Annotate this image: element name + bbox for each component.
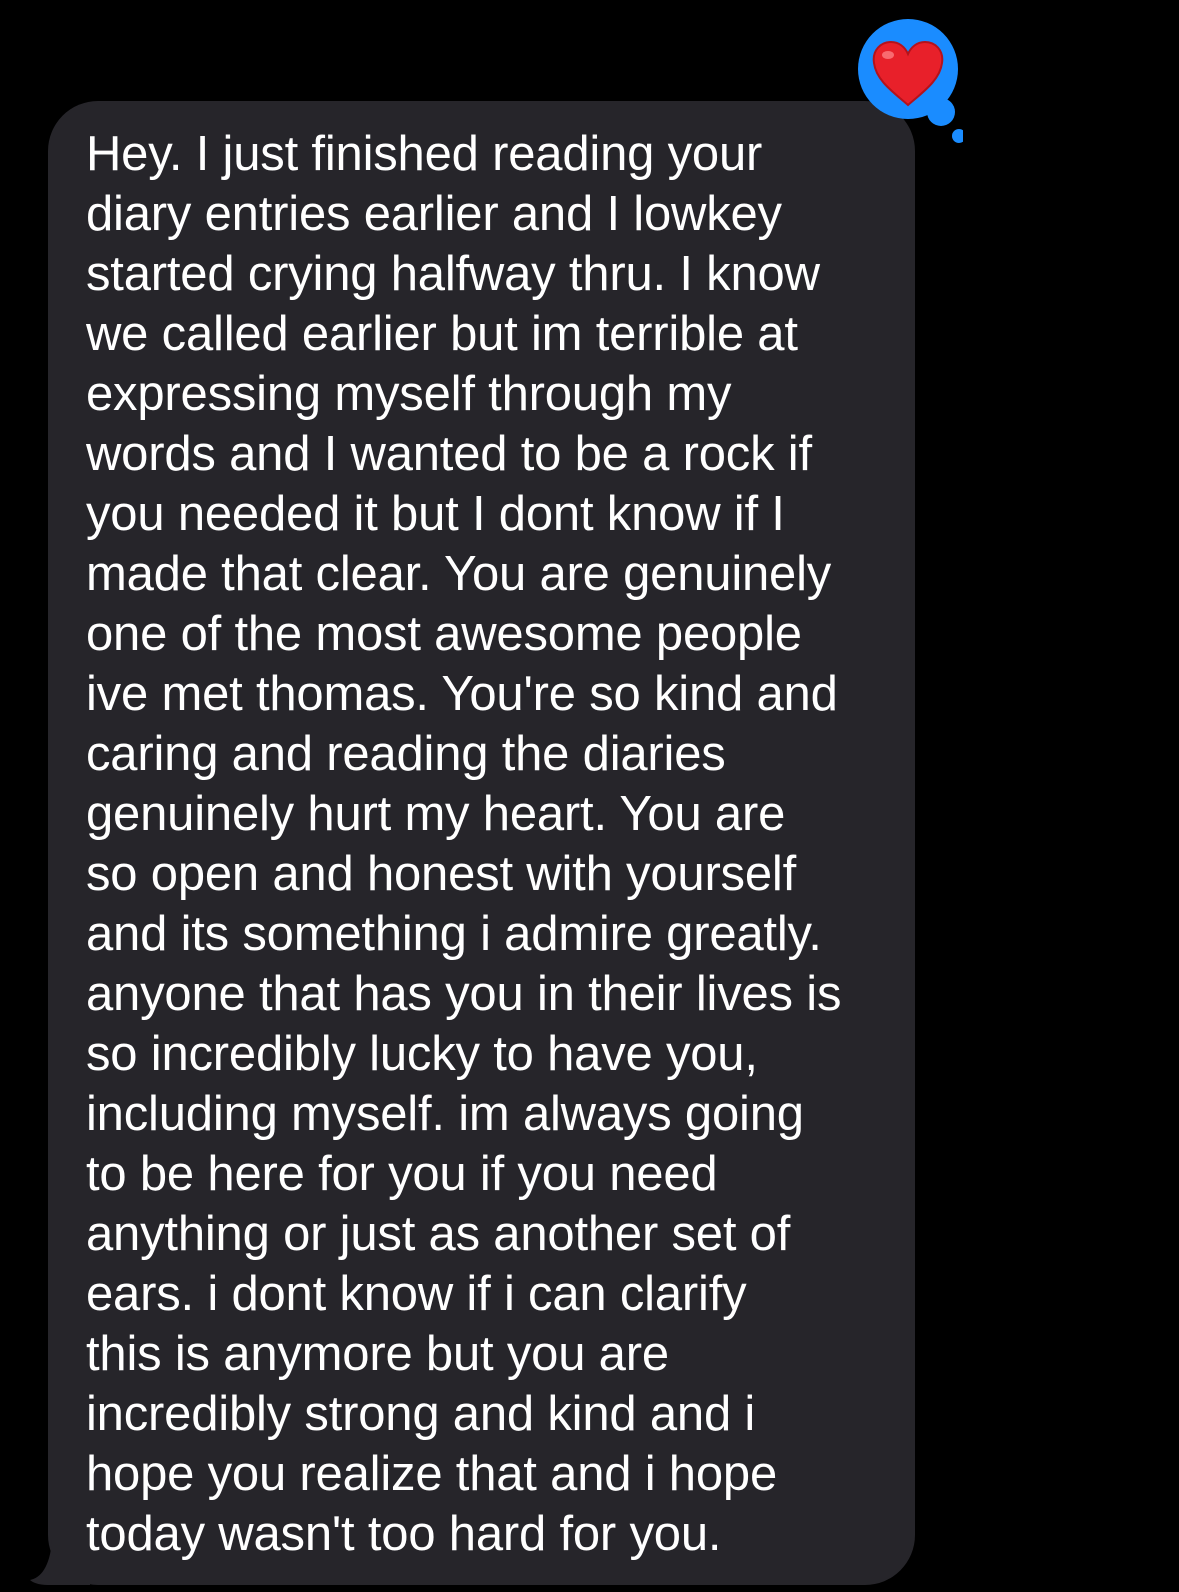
message-line: diary entries earlier and I lowkey — [86, 187, 782, 241]
bubble-tail — [30, 1540, 90, 1585]
tapback-tail-small — [952, 129, 963, 143]
message-line: hope you realize that and i hope — [86, 1447, 778, 1501]
message-line: so open and honest with yourself — [86, 847, 797, 901]
message-line: anyone that has you in their lives is — [86, 967, 842, 1021]
message-line: caring and reading the diaries — [86, 727, 726, 781]
tapback-reaction[interactable] — [853, 17, 963, 151]
message-line: to be here for you if you need — [86, 1147, 718, 1201]
message-line: genuinely hurt my heart. You are — [86, 787, 786, 841]
message-line: and its something i admire greatly. — [86, 907, 822, 961]
message-line: started crying halfway thru. I know — [86, 247, 820, 301]
message-line: this is anymore but you are — [86, 1327, 669, 1381]
message-line: made that clear. You are genuinely — [86, 547, 832, 601]
message-line: incredibly strong and kind and i — [86, 1387, 756, 1441]
message-line: so incredibly lucky to have you, — [86, 1027, 758, 1081]
message-line: one of the most awesome people — [86, 607, 802, 661]
message-line: anything or just as another set of — [86, 1207, 791, 1261]
message-line: words and I wanted to be a rock if — [86, 427, 812, 481]
message-line: ive met thomas. You're so kind and — [86, 667, 838, 721]
message-line: Hey. I just finished reading your — [86, 127, 763, 181]
message-line: today wasn't too hard for you. — [86, 1507, 722, 1561]
tapback-tail-large — [927, 98, 955, 126]
message-line: including myself. im always going — [86, 1087, 804, 1141]
message-text: Hey. I just finished reading your diary e… — [86, 124, 886, 1564]
message-line: we called earlier but im terrible at — [86, 307, 798, 361]
message-line: expressing myself through my — [86, 367, 732, 421]
message-line: ears. i dont know if i can clarify — [86, 1267, 747, 1321]
message-line: you needed it but I dont know if I — [86, 487, 785, 541]
